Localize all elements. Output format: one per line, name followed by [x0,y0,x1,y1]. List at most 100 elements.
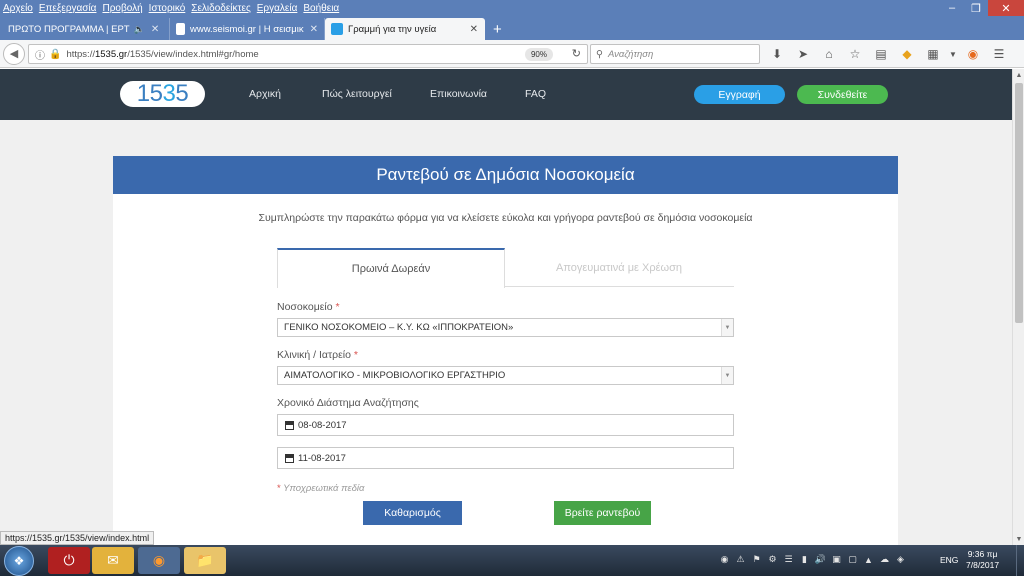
clock-time: 9:36 πμ [967,549,998,559]
tray-update-icon[interactable]: ⚙ [766,553,779,566]
menu-icon[interactable]: ☰ [986,44,1012,64]
restore-button[interactable]: ❐ [964,0,988,16]
tab-title: Γραμμή για την υγεία [348,23,437,35]
nav-faq[interactable]: FAQ [525,88,546,100]
form-subtitle: Συμπληρώστε την παρακάτω φόρμα για να κλ… [258,212,753,224]
volume-icon[interactable]: 🔊 [814,553,827,566]
menu-view[interactable]: Προβολή [99,3,145,14]
gpu-icon[interactable]: ▲ [862,553,875,566]
scroll-thumb[interactable] [1015,83,1023,323]
tray-security-icon[interactable]: ⚠ [734,553,747,566]
minimize-button[interactable]: – [940,0,964,16]
tab-ert[interactable]: ΠΡΩΤΟ ΠΡΟΓΡΑΜΜΑ | ΕΡΤ 🔈 ✕ [2,18,170,40]
site-logo[interactable]: 15 3 5 [120,80,205,107]
status-link-url: https://1535.gr/1535/view/index.html [0,531,155,545]
form-tabs: Πρωινά Δωρεάν Απογευματινά με Χρέωση [277,248,734,288]
site-header: 15 3 5 Αρχική Πώς λειτουργεί Επικοινωνία F… [0,69,1012,120]
nav-contact[interactable]: Επικοινωνία [430,88,487,100]
form-title: Ραντεβού σε Δημόσια Νοσοκομεία [113,156,898,194]
menu-bar: Αρχείο Επεξεργασία Προβολή Ιστορικό Σελι… [0,0,1024,16]
flag-icon[interactable]: ⚑ [750,553,763,566]
tab-close-icon[interactable]: ✕ [151,24,159,35]
chevron-down-icon: ▼ [721,367,733,384]
explorer-app-icon[interactable]: 📁 [184,547,226,574]
required-note: * Υποχρεωτικά πεδία [277,483,365,494]
menu-help[interactable]: Βοήθεια [300,3,342,14]
info-icon[interactable]: ⓘ [35,47,45,62]
find-appointment-button[interactable]: Βρείτε ραντεβού [554,501,651,525]
register-button[interactable]: Εγγραφή [694,85,785,104]
extension-icon[interactable]: ◆ [894,44,920,64]
hospital-label: Νοσοκομείο * [277,301,340,313]
scroll-up-icon[interactable]: ▲ [1013,69,1024,81]
display-icon[interactable]: ▣ [830,553,843,566]
clock-date: 7/8/2017 [966,560,1000,570]
tab-1535[interactable]: Γραμμή για την υγεία ✕ [325,18,485,40]
menu-bookmarks[interactable]: Σελιδοδείκτες [188,3,253,14]
speaker-icon[interactable]: 🔈 [134,24,145,35]
shield-icon[interactable]: ◈ [894,553,907,566]
page-viewport: 15 3 5 Αρχική Πώς λειτουργεί Επικοινωνία F… [0,69,1012,545]
close-window-button[interactable]: ✕ [988,0,1024,16]
home-icon[interactable]: ⌂ [816,44,842,64]
hospital-select[interactable]: ΓΕΝΙΚΟ ΝΟΣΟΚΟΜΕΙΟ – Κ.Υ. ΚΩ «ΙΠΠΟΚΡΑΤΕΙΟ… [277,318,734,337]
firefox-app-icon[interactable]: ◉ [138,547,180,574]
start-button[interactable]: ❖ [4,546,34,576]
tab-title: ΠΡΩΤΟ ΠΡΟΓΡΑΜΜΑ | ΕΡΤ [8,23,130,35]
url-text: https://1535.gr/1535/view/index.html#gr/… [66,48,259,60]
back-button[interactable]: ◀ [3,42,25,65]
date-from-field[interactable]: 08-08-2017 [277,414,734,436]
vertical-scrollbar[interactable]: ▲ ▼ [1012,69,1024,545]
nav-how-it-works[interactable]: Πώς λειτουργεί [322,88,392,100]
battery-icon[interactable]: ▮ [798,553,811,566]
search-icon: ⚲ [596,48,603,60]
favicon-icon [331,23,343,35]
addon-icon[interactable]: ◉ [960,44,986,64]
login-button[interactable]: Συνδεθείτε [797,85,888,104]
monitor-icon[interactable]: ▢ [846,553,859,566]
new-tab-button[interactable]: + [485,18,510,40]
address-bar[interactable]: ⓘ 🔒 https://1535.gr/1535/view/index.html… [28,44,588,64]
appointment-form-card: Ραντεβού σε Δημόσια Νοσοκομεία Συμπληρώσ… [113,156,898,545]
dropdown-icon[interactable]: ▼ [946,44,960,64]
clear-button[interactable]: Καθαρισμός [363,501,462,525]
tab-strip: ΠΡΩΤΟ ΠΡΟΓΡΑΜΜΑ | ΕΡΤ 🔈 ✕ www.seismoi.gr… [0,16,1024,40]
clock[interactable]: 9:36 πμ 7/8/2017 [966,549,999,571]
reading-list-icon[interactable]: ▤ [868,44,894,64]
nav-home[interactable]: Αρχική [249,88,281,100]
search-input[interactable]: ⚲ Αναζήτηση [590,44,760,64]
tab-seismoi[interactable]: www.seismoi.gr | Η σεισμικ ✕ [170,18,325,40]
tab-title: www.seismoi.gr | Η σεισμικ [189,23,304,35]
network-icon[interactable]: ☰ [782,553,795,566]
tab-morning-free[interactable]: Πρωινά Δωρεάν [277,248,505,288]
show-desktop-button[interactable] [1016,545,1024,576]
language-indicator[interactable]: ENG [940,555,958,565]
clinic-label: Κλινική / Ιατρείο * [277,349,358,361]
send-icon[interactable]: ➤ [790,44,816,64]
menu-history[interactable]: Ιστορικό [146,3,189,14]
menu-tools[interactable]: Εργαλεία [254,3,301,14]
system-tray: ◉ ⚠ ⚑ ⚙ ☰ ▮ 🔊 ▣ ▢ ▲ ☁ ◈ [718,553,907,566]
period-label: Χρονικό Διάστημα Αναζήτησης [277,397,419,409]
taskbar: ❖ ⏻ ✉ ◉ 📁 ◉ ⚠ ⚑ ⚙ ☰ ▮ 🔊 ▣ ▢ ▲ ☁ ◈ ENG 9:… [0,545,1024,576]
scroll-down-icon[interactable]: ▼ [1013,533,1024,545]
download-icon[interactable]: ⬇ [764,44,790,64]
tab-close-icon[interactable]: ✕ [470,24,478,35]
tray-app-icon[interactable]: ◉ [718,553,731,566]
tab-close-icon[interactable]: ✕ [310,24,318,35]
reload-icon[interactable]: ↻ [572,47,581,60]
nav-bar: ◀ ⓘ 🔒 https://1535.gr/1535/view/index.ht… [0,40,1024,68]
chevron-down-icon: ▼ [721,319,733,336]
tab-afternoon-paid[interactable]: Απογευματινά με Χρέωση [505,248,733,287]
menu-edit[interactable]: Επεξεργασία [36,3,100,14]
menu-file[interactable]: Αρχείο [0,3,36,14]
clipboard-icon[interactable]: ▦ [920,44,946,64]
star-icon[interactable]: ☆ [842,44,868,64]
date-to-field[interactable]: 11-08-2017 [277,447,734,469]
outlook-app-icon[interactable]: ✉ [92,547,134,574]
power-app-icon[interactable]: ⏻ [48,547,90,574]
cloud-icon[interactable]: ☁ [878,553,891,566]
zoom-level[interactable]: 90% [524,48,553,61]
calendar-icon [285,453,294,463]
clinic-select[interactable]: ΑΙΜΑΤΟΛΟΓΙΚΟ - ΜΙΚΡΟΒΙΟΛΟΓΙΚΟ ΕΡΓΑΣΤΗΡΙΟ… [277,366,734,385]
